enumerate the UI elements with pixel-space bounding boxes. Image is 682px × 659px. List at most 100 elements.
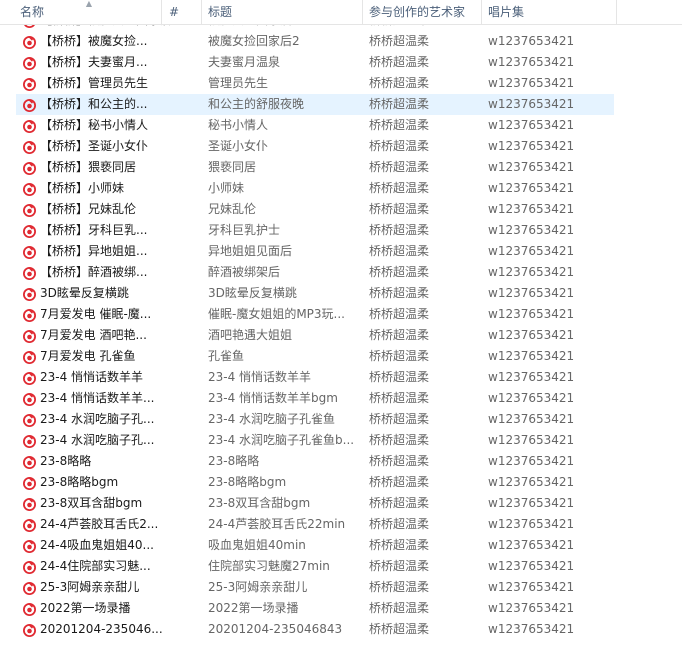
file-album: w1237653421 [488, 580, 575, 594]
file-name: 23-4 悄悄话数羊羊 [40, 370, 144, 384]
file-row[interactable]: 23-8略略bgm 23-8略略bgm 桥桥超温柔 w1237653421 [16, 472, 614, 493]
file-title: 管理员先生 [208, 76, 269, 90]
file-artist: 桥桥超温柔 [369, 307, 430, 321]
audio-file-icon [23, 518, 36, 532]
file-row[interactable]: 【桥桥】和公主的... 和公主的舒服夜晚 桥桥超温柔 w1237653421 [16, 94, 614, 115]
file-title: 秘书小情人 [208, 118, 269, 132]
file-album: w1237653421 [488, 370, 575, 384]
file-album: w1237653421 [488, 412, 575, 426]
audio-file-icon [23, 560, 36, 574]
file-album: w1237653421 [488, 622, 575, 636]
file-album: w1237653421 [488, 265, 575, 279]
file-row[interactable]: 3D眩晕反复横跳 3D眩晕反复横跳 桥桥超温柔 w1237653421 [16, 283, 614, 304]
column-header-number[interactable]: # [165, 0, 199, 24]
file-title: 23-4 悄悄话数羊羊 [208, 370, 312, 384]
file-album: w1237653421 [488, 538, 575, 552]
file-artist: 桥桥超温柔 [369, 370, 430, 384]
file-name: 2022第一场录播 [40, 601, 131, 615]
column-header-artists[interactable]: 参与创作的艺术家 [365, 0, 479, 24]
file-name: 【桥桥】夫妻蜜月... [40, 55, 148, 69]
file-row[interactable]: 【桥桥】兄妹乱伦 兄妹乱伦 桥桥超温柔 w1237653421 [16, 199, 614, 220]
file-name: 23-4 悄悄话数羊羊... [40, 391, 155, 405]
file-row[interactable]: 【桥桥】小师妹 小师妹 桥桥超温柔 w1237653421 [16, 178, 614, 199]
file-artist: 桥桥超温柔 [369, 97, 430, 111]
file-name: 3D眩晕反复横跳 [40, 286, 129, 300]
file-title: 23-8略略bgm [208, 475, 287, 489]
file-row[interactable]: 【桥桥】醉酒被绑... 醉酒被绑架后 桥桥超温柔 w1237653421 [16, 262, 614, 283]
column-header-name[interactable]: 名称 [16, 0, 160, 24]
file-row[interactable]: 23-8双耳含甜bgm 23-8双耳含甜bgm 桥桥超温柔 w1237653421 [16, 493, 614, 514]
audio-file-icon [23, 98, 36, 112]
file-name: 【桥桥】和公主的... [40, 97, 148, 111]
file-name: 24-4住院部实习魅... [40, 559, 151, 573]
column-divider[interactable] [362, 0, 363, 24]
file-row[interactable]: 【桥桥】牙科巨乳... 牙科巨乳护士 桥桥超温柔 w1237653421 [16, 220, 614, 241]
file-row[interactable]: 【桥桥】夫妻蜜月... 夫妻蜜月温泉 桥桥超温柔 w1237653421 [16, 52, 614, 73]
file-row[interactable]: 【桥桥】管理员先生 管理员先生 桥桥超温柔 w1237653421 [16, 73, 614, 94]
audio-file-icon [23, 623, 36, 637]
column-header-album[interactable]: 唱片集 [484, 0, 614, 24]
column-header-title[interactable]: 标题 [204, 0, 360, 24]
file-row[interactable]: 23-8略略 23-8略略 桥桥超温柔 w1237653421 [16, 451, 614, 472]
file-album: w1237653421 [488, 391, 575, 405]
audio-file-icon [23, 539, 36, 553]
file-album: w1237653421 [488, 139, 575, 153]
audio-file-icon [23, 476, 36, 490]
file-name: 23-8略略 [40, 454, 92, 468]
file-album: w1237653421 [488, 55, 575, 69]
file-row[interactable]: 23-4 悄悄话数羊羊 23-4 悄悄话数羊羊 桥桥超温柔 w1237653421 [16, 367, 614, 388]
file-artist: 桥桥超温柔 [369, 559, 430, 573]
file-artist: 桥桥超温柔 [369, 538, 430, 552]
file-row[interactable]: 24-4吸血鬼姐姐40... 吸血鬼姐姐40min 桥桥超温柔 w1237653421 [16, 535, 614, 556]
audio-file-icon [23, 224, 36, 238]
file-title: 23-4 水润吃脑子孔雀鱼b... [208, 433, 355, 447]
column-header: ▲ 名称 # 标题 参与创作的艺术家 唱片集 [0, 0, 682, 25]
file-row[interactable]: 【桥桥】被魔女捡... 被魔女捡回家后2 桥桥超温柔 w1237653421 [16, 31, 614, 52]
audio-file-icon [23, 308, 36, 322]
file-artist: 桥桥超温柔 [369, 286, 430, 300]
file-row[interactable]: 23-4 水润吃脑子孔... 23-4 水润吃脑子孔雀鱼 桥桥超温柔 w1237653… [16, 409, 614, 430]
file-artist: 桥桥超温柔 [369, 328, 430, 342]
file-row[interactable]: 24-4住院部实习魅... 住院部实习魅魔27min 桥桥超温柔 w123765342… [16, 556, 614, 577]
file-album: w1237653421 [488, 244, 575, 258]
file-name: 24-4芦荟胶耳舌氏2... [40, 517, 159, 531]
file-row[interactable]: 23-4 悄悄话数羊羊... 23-4 悄悄话数羊羊bgm 桥桥超温柔 w123765… [16, 388, 614, 409]
file-row[interactable]: 7月爱发电 孔雀鱼 孔雀鱼 桥桥超温柔 w1237653421 [16, 346, 614, 367]
file-row[interactable]: 24-4芦荟胶耳舌氏2... 24-4芦荟胶耳舌氏22min 桥桥超温柔 w12376… [16, 514, 614, 535]
file-row[interactable]: 7月爱发电 催眠-魔... 催眠-魔女姐姐的MP3玩... 桥桥超温柔 w123765… [16, 304, 614, 325]
file-row[interactable]: 20201204-235046... 20201204-235046843 桥桥超温… [16, 619, 614, 640]
file-row[interactable]: 2022第一场录播 2022第一场录播 桥桥超温柔 w1237653421 [16, 598, 614, 619]
audio-file-icon [23, 77, 36, 91]
file-row[interactable]: 25-3阿姆亲亲甜儿 25-3阿姆亲亲甜儿 桥桥超温柔 w1237653421 [16, 577, 614, 598]
column-divider[interactable] [161, 0, 162, 24]
file-name: 23-4 水润吃脑子孔... [40, 412, 155, 426]
audio-file-icon [23, 602, 36, 616]
file-name: 【桥桥】异地姐姐... [40, 244, 148, 258]
file-title: 小师妹 [208, 181, 245, 195]
file-row[interactable]: 【桥桥】圣诞小女仆 圣诞小女仆 桥桥超温柔 w1237653421 [16, 136, 614, 157]
file-row[interactable]: 【桥桥】猥亵同居 猥亵同居 桥桥超温柔 w1237653421 [16, 157, 614, 178]
file-row[interactable]: 23-4 水润吃脑子孔... 23-4 水润吃脑子孔雀鱼b... 桥桥超温柔 w123… [16, 430, 614, 451]
file-title: 25-3阿姆亲亲甜儿 [208, 580, 308, 594]
column-divider[interactable] [481, 0, 482, 24]
file-artist: 桥桥超温柔 [369, 391, 430, 405]
file-name: 【桥桥】秘书小情人 [40, 118, 149, 132]
file-title: 孔雀鱼 [208, 349, 245, 363]
column-divider[interactable] [201, 0, 202, 24]
file-name: 7月爱发电 孔雀鱼 [40, 349, 136, 363]
file-row[interactable]: 【桥桥】异地姐姐... 异地姐姐见面后 桥桥超温柔 w1237653421 [16, 241, 614, 262]
audio-file-icon [23, 497, 36, 511]
column-divider[interactable] [616, 0, 617, 24]
file-album: w1237653421 [488, 433, 575, 447]
file-row[interactable]: 7月爱发电 酒吧艳... 酒吧艳遇大姐姐 桥桥超温柔 w1237653421 [16, 325, 614, 346]
audio-file-icon [23, 182, 36, 196]
audio-file-icon [23, 140, 36, 154]
audio-file-icon [23, 371, 36, 385]
file-title: 圣诞小女仆 [208, 139, 269, 153]
file-row[interactable]: 【桥桥】秘书小情人 秘书小情人 桥桥超温柔 w1237653421 [16, 115, 614, 136]
file-title: 异地姐姐见面后 [208, 244, 293, 258]
file-title: 夫妻蜜月温泉 [208, 55, 281, 69]
file-artist: 桥桥超温柔 [369, 412, 430, 426]
file-name: 【桥桥】圣诞小女仆 [40, 139, 149, 153]
file-album: w1237653421 [488, 601, 575, 615]
